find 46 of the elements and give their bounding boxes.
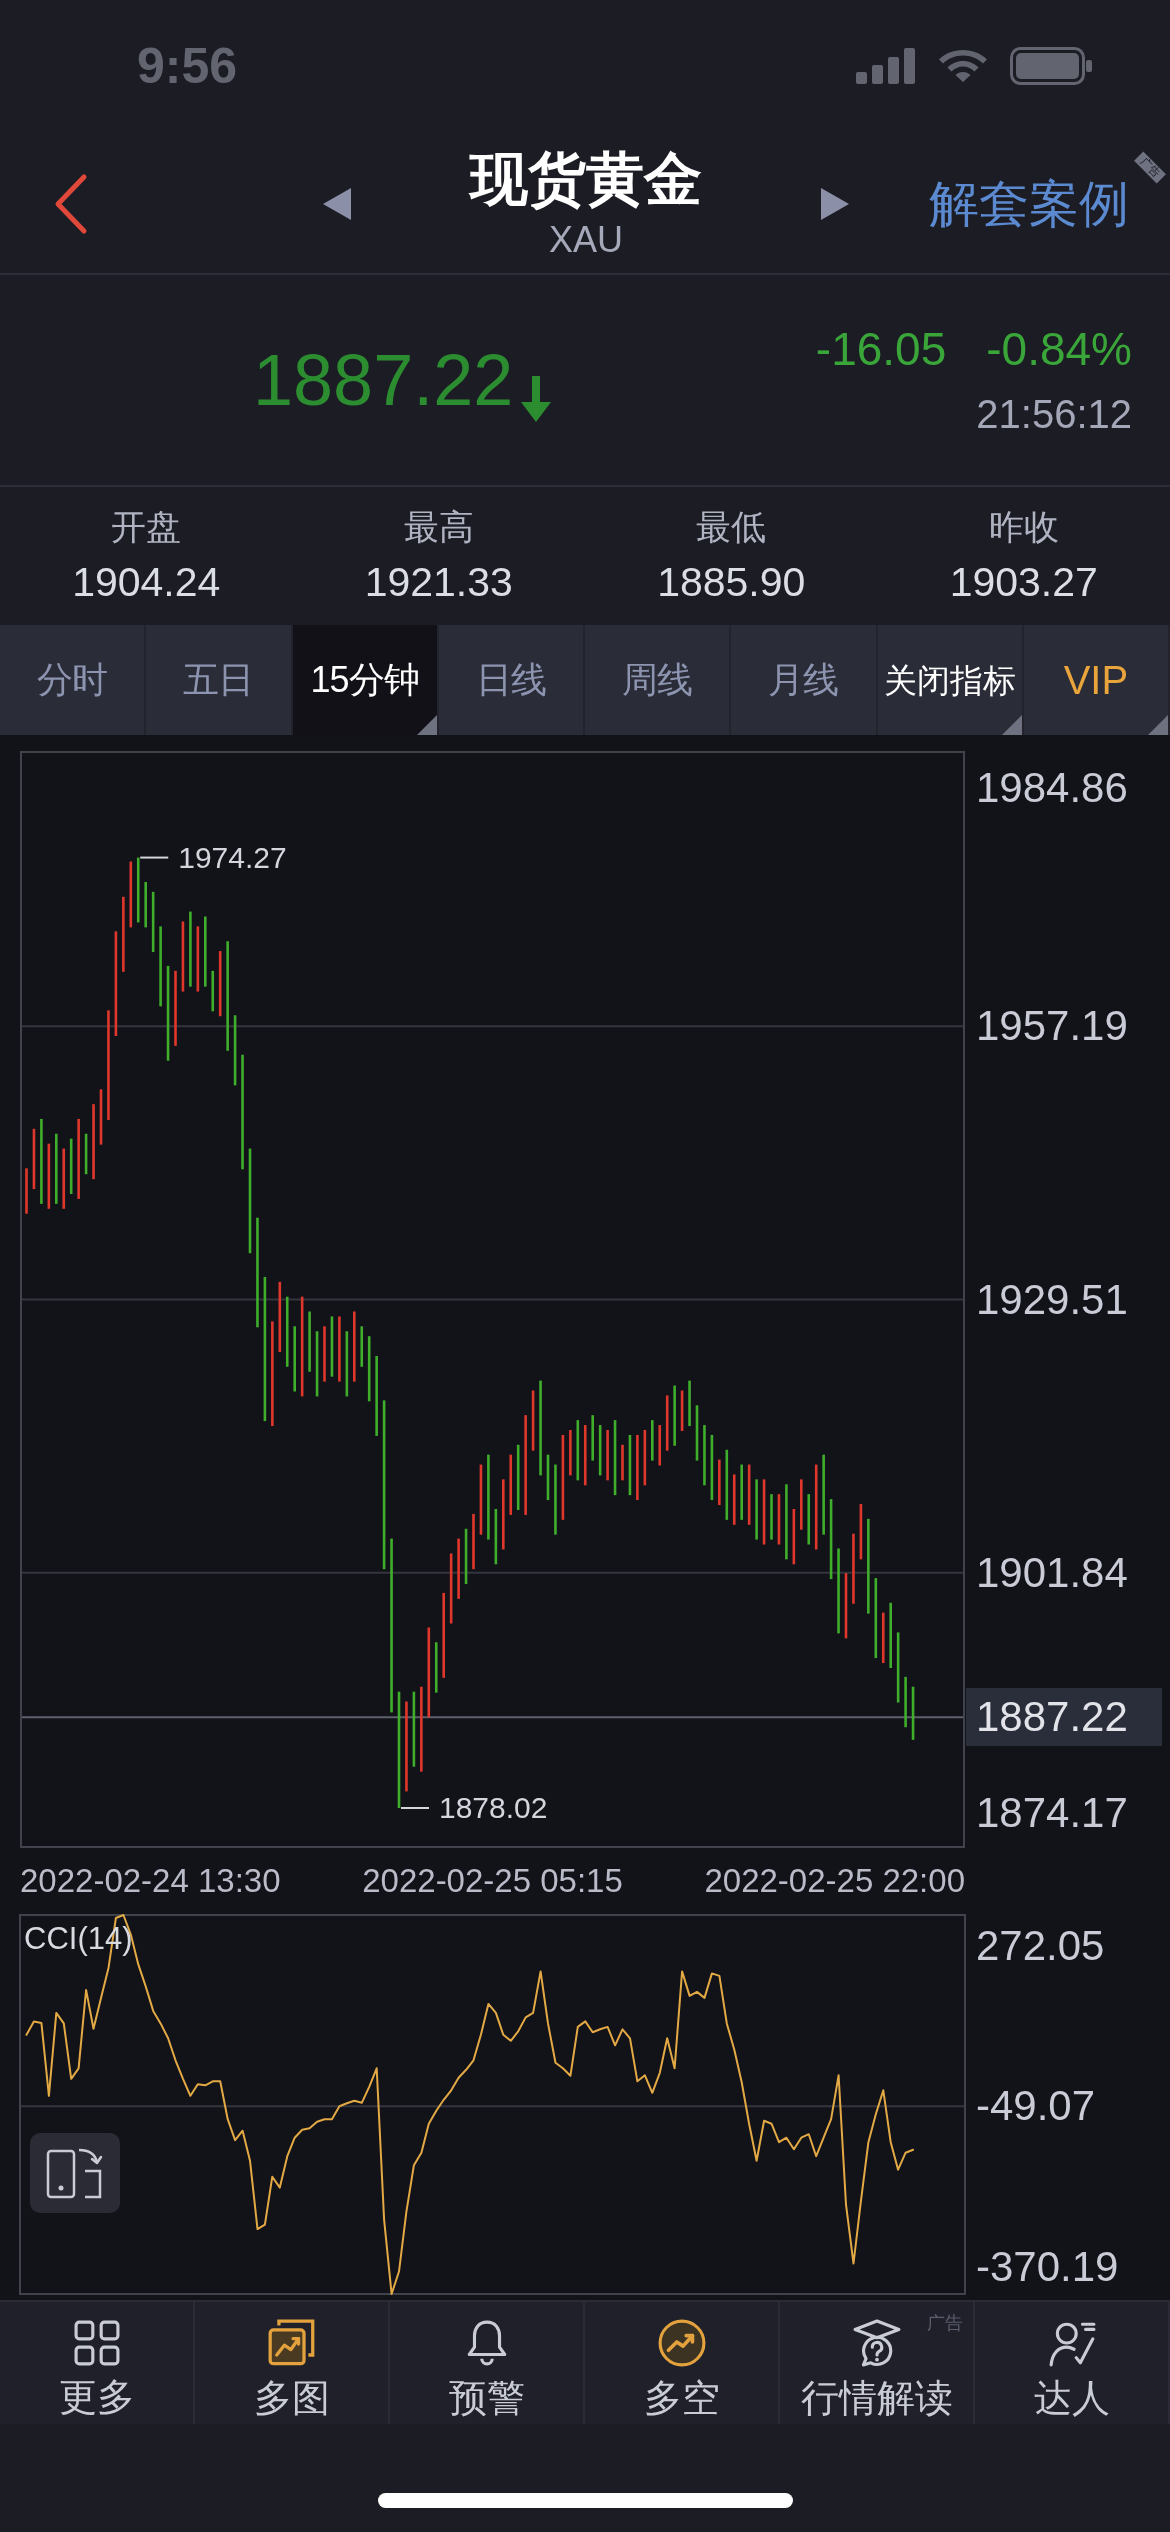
battery-icon: [1010, 46, 1092, 85]
symbol-label: XAU: [549, 222, 623, 258]
ad-tag: 广告: [1134, 151, 1166, 184]
change-value: -16.05: [815, 326, 947, 372]
axis-label: 1874.17: [976, 1792, 1128, 1834]
stat-label: 开盘: [111, 509, 182, 544]
axis-label: 1901.84: [976, 1551, 1128, 1594]
stat-label: 最高: [403, 509, 474, 544]
price-value: 1887.22: [253, 344, 514, 416]
stat-value: 1885.90: [657, 562, 806, 603]
graduation-cap-question-icon: [852, 2319, 901, 2367]
trend-circle-icon: [657, 2319, 706, 2367]
rotate-screen-button[interactable]: [30, 2133, 120, 2213]
stat-value: 1904.24: [72, 562, 221, 603]
wifi-icon: [938, 49, 988, 82]
rotate-screen-icon: [46, 2147, 104, 2199]
high-price-label: 1974.27: [178, 842, 287, 873]
stat-label: 昨收: [988, 509, 1059, 544]
low-price-label: 1878.02: [439, 1792, 548, 1823]
axis-label: 1984.86: [976, 767, 1128, 809]
axis-label: 1957.19: [976, 1005, 1128, 1048]
change-percent: -0.84%: [986, 326, 1132, 372]
right-triangle-icon[interactable]: [821, 188, 849, 220]
axis-label: -49.07: [976, 2085, 1096, 2128]
stat-value: 1921.33: [364, 562, 513, 603]
stacked-chart-icon: [267, 2319, 316, 2367]
stat-label: 最低: [696, 509, 767, 544]
grid-icon: [73, 2320, 120, 2366]
axis-label: -370.19: [976, 2245, 1119, 2288]
leader-line: [139, 856, 170, 859]
leader-line: [400, 1807, 430, 1809]
stat-value: 1903.27: [949, 562, 1098, 603]
bell-icon: [465, 2319, 508, 2367]
quote-time: 21:56:12: [976, 394, 1132, 434]
time-axis-label: 2022-02-25 05:15: [362, 1864, 623, 1897]
signal-icon: [856, 47, 916, 84]
time-axis-label: 2022-02-25 22:00: [704, 1864, 965, 1897]
time-axis-label: 2022-02-24 13:30: [20, 1864, 281, 1897]
case-study-link[interactable]: 解套案例: [929, 179, 1129, 229]
period-tab[interactable]: 15分钟: [292, 625, 439, 735]
current-price-tag: 1887.22: [966, 1688, 1162, 1747]
ad-tag: 广告: [927, 2314, 963, 2332]
left-triangle-icon[interactable]: [323, 188, 351, 220]
axis-label: 1929.51: [976, 1278, 1128, 1321]
axis-label: 272.05: [976, 1924, 1105, 1967]
status-time: 9:56: [137, 40, 238, 91]
